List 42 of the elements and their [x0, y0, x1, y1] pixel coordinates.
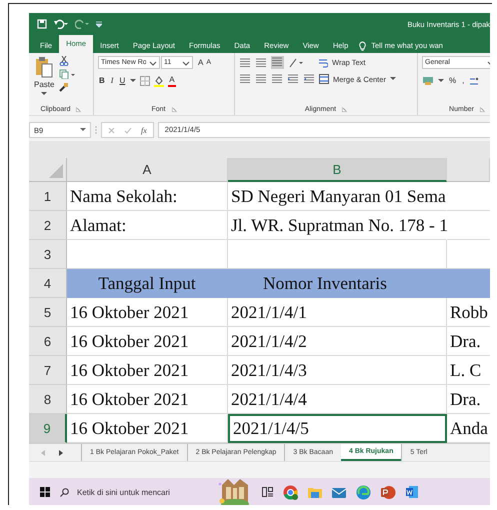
paste-button[interactable]: Paste — [33, 79, 56, 91]
table-cell: 16 Oktober 2021 — [67, 327, 228, 356]
table-cell: 2021/1/4/3 — [228, 356, 447, 385]
underline-button[interactable]: U — [118, 75, 126, 87]
row-header[interactable]: 8 — [29, 385, 67, 414]
row-header[interactable]: 9 — [29, 414, 67, 443]
comma-button[interactable]: , — [461, 75, 466, 87]
font-color-button[interactable]: A — [168, 75, 176, 87]
row-header[interactable]: 5 — [29, 298, 67, 327]
table-cell: 16 Oktober 2021 — [67, 298, 228, 327]
table-cell: Dra. — [447, 385, 490, 414]
row-header[interactable]: 6 — [29, 327, 67, 356]
table-cell: Jl. WR. Supratman No. 178 - 1 — [228, 211, 447, 240]
table-cell: 16 Oktober 2021 — [67, 356, 228, 385]
italic-button[interactable]: I — [110, 75, 114, 87]
row-header[interactable]: 3 — [29, 240, 67, 269]
percent-button[interactable]: % — [448, 75, 458, 87]
row-header[interactable]: 4 — [29, 269, 67, 298]
table-cell: 2021/1/4/1 — [228, 298, 447, 327]
insert-function-button[interactable]: fx — [141, 126, 147, 134]
table-cell: 16 Oktober 2021 — [67, 385, 228, 414]
table-cell: L. C — [447, 356, 490, 385]
table-cell: Dra. — [447, 327, 490, 356]
table-cell: Anda — [447, 414, 490, 443]
column-header[interactable]: B — [228, 158, 447, 182]
table-cell: Robb — [447, 298, 490, 327]
table-cell: 2021/1/4/2 — [228, 327, 447, 356]
table-cell: Alamat: — [67, 211, 228, 240]
grow-font-button[interactable]: A — [197, 56, 204, 68]
row-header[interactable]: 1 — [29, 182, 67, 211]
table-cell: 16 Oktober 2021 — [67, 414, 228, 443]
row-header[interactable]: 2 — [29, 211, 67, 240]
header-cell: Tanggal Input — [67, 269, 228, 298]
search-field[interactable]: Ketik di sini untuk mencari — [77, 488, 197, 496]
column-header[interactable]: A — [67, 158, 228, 182]
table-cell: SD Negeri Manyaran 01 Sema — [228, 182, 447, 211]
header-cell: Nomor Inventaris — [228, 269, 447, 298]
row-header[interactable]: 7 — [29, 356, 67, 385]
table-cell: Nama Sekolah: — [67, 182, 228, 211]
table-cell: 2021/1/4/5 — [228, 414, 447, 443]
bold-button[interactable]: B — [98, 75, 106, 87]
table-cell: 2021/1/4/4 — [228, 385, 447, 414]
